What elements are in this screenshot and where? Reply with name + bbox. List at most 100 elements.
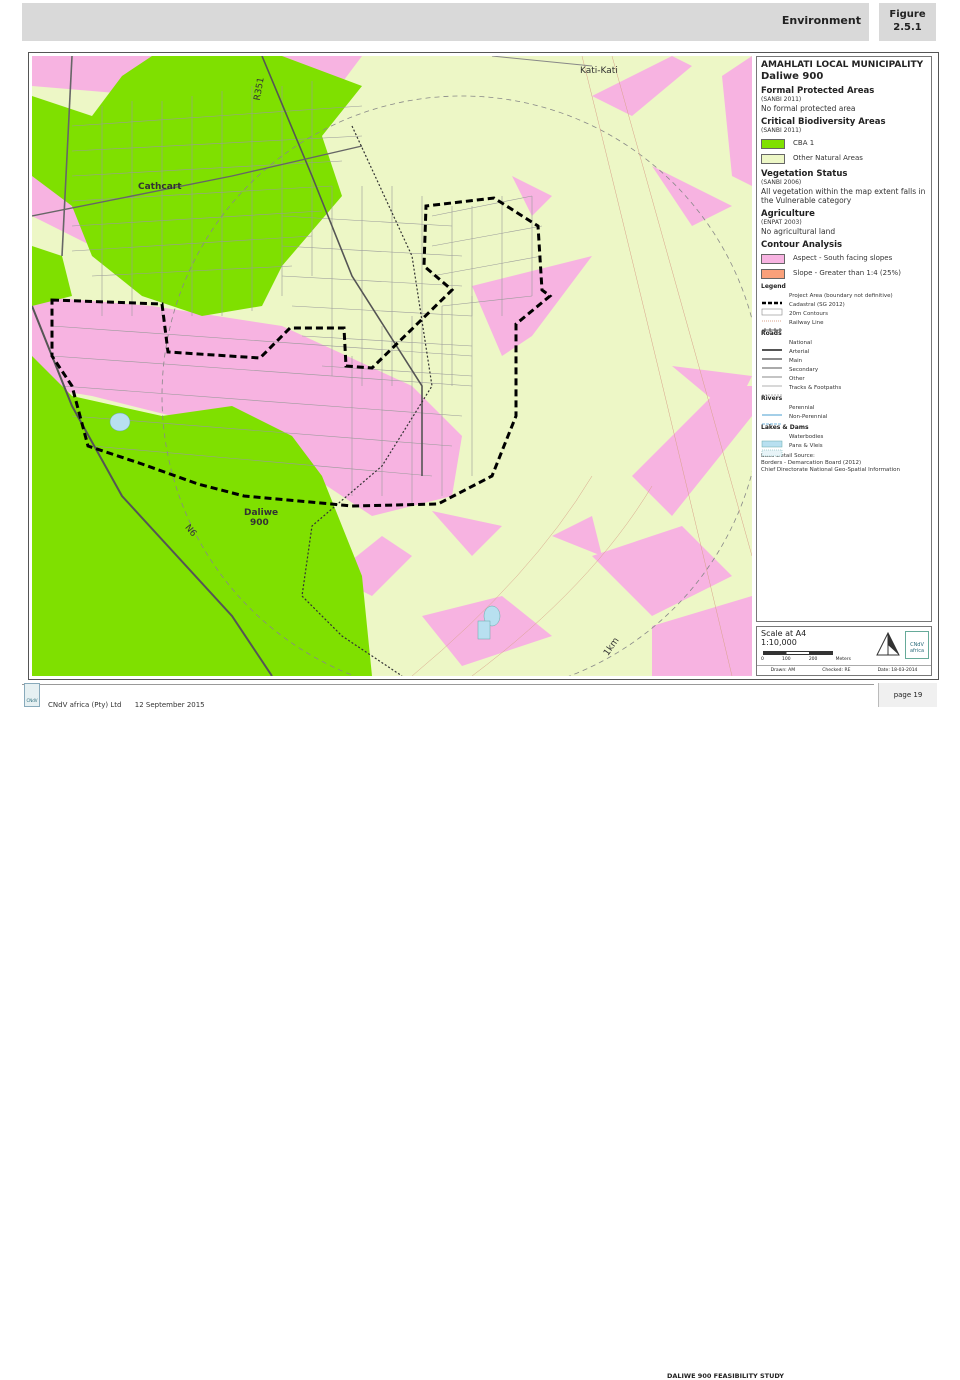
symbol-road-main: [761, 357, 783, 369]
legend-label-cba1: CBA 1: [793, 139, 815, 147]
footer-date: 12 September 2015: [134, 701, 205, 709]
symbol-pans: [761, 442, 783, 456]
source-heading: Base Detail Source:: [761, 453, 815, 459]
footer-company: CNdV africa (Pty) Ltd: [48, 701, 122, 709]
legend-item-aspect: Aspect - South facing slopes: [761, 252, 927, 265]
header-bar: Environment: [22, 3, 869, 41]
legend-label-pans: Pans & Vleis: [789, 442, 823, 449]
agriculture-text: No agricultural land: [761, 227, 836, 236]
page-number: page 19: [878, 683, 937, 707]
legend-item-slope: Slope - Greater than 1:4 (25%): [761, 267, 927, 280]
figure-label: Figure: [889, 9, 926, 20]
contour-heading: Contour Analysis: [761, 240, 843, 250]
vegetation-source: (SANBI 2006): [761, 179, 802, 186]
vegetation-text: All vegetation within the map extent fal…: [761, 187, 926, 205]
checked-by: Checked: RE: [822, 668, 851, 673]
scale-bar: [763, 651, 833, 655]
legend-label-other-road: Other: [789, 375, 805, 382]
footer-logo: CNdV: [24, 683, 40, 707]
scale-label: Scale at A4: [761, 629, 807, 638]
rivers-heading: Rivers: [761, 395, 783, 402]
scale-tick-0: 0: [761, 657, 764, 662]
legend-item-main: Main: [761, 356, 927, 369]
swatch-other-natural: [761, 153, 785, 164]
symbol-road-secondary: [761, 366, 783, 377]
legend-item-tracks: Tracks & Footpaths: [761, 383, 927, 395]
legend-item-waterbodies: Waterbodies: [761, 432, 927, 447]
legend-label-slope: Slope - Greater than 1:4 (25%): [793, 269, 901, 277]
symbols-heading: Legend: [761, 283, 786, 290]
legend-label-non-perennial: Non-Perennial: [789, 413, 828, 420]
legend-item-contours: 20m Contours: [761, 309, 927, 321]
figure-number: 2.5.1: [893, 22, 922, 33]
swatch-cba1: [761, 138, 785, 149]
legend-item-national: National: [761, 338, 927, 351]
swatch-slope: [761, 268, 785, 279]
legend-municipality: AMAHLATI LOCAL MUNICIPALITY: [761, 60, 924, 70]
legend-item-secondary: Secondary: [761, 365, 927, 377]
legend-label-aspect: Aspect - South facing slopes: [793, 254, 893, 262]
legend-label-national: National: [789, 339, 812, 346]
label-kati-kati: Kati-Kati: [580, 66, 618, 76]
lakes-heading: Lakes & Dams: [761, 424, 809, 431]
legend-label-project-area: Project Area (boundary not definitive): [789, 292, 893, 299]
legend-item-cba1: CBA 1: [761, 137, 927, 150]
footer-logo-text: CNdV: [26, 698, 38, 703]
legend-item-other-road: Other: [761, 374, 927, 386]
scale-unit: Meters: [835, 657, 851, 662]
drawn-by: Drawn: AM: [770, 668, 796, 673]
legend-label-railway: Railway Line: [789, 319, 824, 326]
map-canvas[interactable]: Kati-Kati R351 Cathcart Daliwe 900 N6 1k…: [32, 56, 752, 676]
symbol-river-non-perennial: [761, 413, 783, 424]
legend-item-cadastral: Cadastral (SG 2012): [761, 300, 927, 315]
source-line-1: Borders - Demarcation Board (2012): [761, 460, 862, 466]
legend-item-pans: Pans & Vleis: [761, 441, 927, 456]
protected-source: (SANBI 2011): [761, 96, 802, 103]
label-daliwe: Daliwe: [244, 508, 279, 518]
legend-item-non-perennial: Non-Perennial: [761, 412, 927, 424]
symbol-road-arterial: [761, 348, 783, 360]
legend-item-railway: Railway Line: [761, 318, 927, 332]
symbol-cadastral: [761, 301, 783, 315]
symbol-river-perennial: [761, 404, 783, 415]
legend-project-name: Daliwe 900: [761, 71, 824, 82]
footer-company-date: CNdV africa (Pty) Ltd 12 September 2015: [48, 701, 205, 709]
protected-text: No formal protected area: [761, 104, 856, 113]
company-logo: CNdV africa: [905, 631, 929, 659]
protected-heading: Formal Protected Areas: [761, 86, 875, 96]
scale-tick-200: 200: [808, 657, 818, 662]
legend-label-secondary: Secondary: [789, 366, 819, 373]
legend-label-other-natural: Other Natural Areas: [793, 154, 863, 162]
source-note: Base Detail Source: Borders - Demarcatio…: [761, 453, 927, 474]
legend-label-arterial: Arterial: [789, 348, 810, 355]
scale-tick-100: 100: [782, 657, 791, 662]
agriculture-heading: Agriculture: [761, 209, 815, 219]
section-title: Environment: [781, 14, 861, 27]
vegetation-heading: Vegetation Status: [761, 169, 848, 179]
legend-label-waterbodies: Waterbodies: [789, 433, 824, 440]
symbol-dashed-boundary: [761, 292, 783, 304]
map-graphic: [32, 56, 752, 676]
scale-text: Scale at A4 1:10,000: [761, 629, 806, 647]
biodiversity-heading: Critical Biodiversity Areas: [761, 117, 886, 127]
symbol-waterbodies: [761, 433, 783, 447]
figure-label-box: Figure 2.5.1: [879, 3, 936, 41]
legend-label-main: Main: [789, 357, 803, 364]
symbol-contours: [761, 310, 783, 321]
legend-label-cadastral: Cadastral (SG 2012): [789, 301, 845, 308]
legend-label-perennial: Perennial: [789, 404, 815, 411]
source-line-2: Chief Directorate National Geo-Spatial I…: [761, 467, 900, 473]
legend-item-other-natural: Other Natural Areas: [761, 152, 927, 165]
drawing-info: Drawn: AM Checked: RE Date: 18-03-2014: [757, 665, 931, 675]
drawing-date: Date: 18-03-2014: [877, 668, 918, 673]
symbol-road-tracks: [761, 384, 783, 395]
scale-box: Scale at A4 1:10,000 0 100 200 Meters CN…: [756, 626, 932, 676]
legend-label-tracks: Tracks & Footpaths: [789, 384, 842, 391]
symbol-railway: [761, 319, 783, 332]
legend-label-contours: 20m Contours: [789, 310, 828, 317]
agriculture-source: (ENPAT 2003): [761, 219, 802, 226]
roads-heading: Roads: [761, 330, 782, 337]
symbol-road-national: [761, 339, 783, 351]
scale-ratio: 1:10,000: [761, 638, 797, 647]
north-arrow-icon: [876, 631, 900, 656]
